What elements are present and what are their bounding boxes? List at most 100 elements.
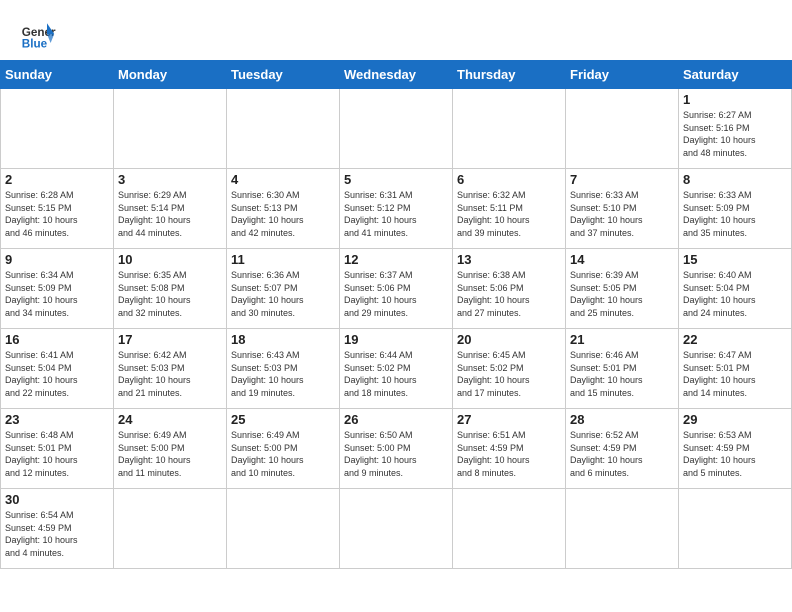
- calendar-cell: 21 Sunrise: 6:46 AM Sunset: 5:01 PM Dayli…: [566, 329, 679, 409]
- calendar-cell: 24Sunrise: 6:49 AM Sunset: 5:00 PM Dayli…: [114, 409, 227, 489]
- day-info: Sunrise: 6:46 AM Sunset: 5:01 PM Dayligh…: [570, 349, 674, 399]
- day-number: 18: [231, 332, 335, 347]
- day-info: Sunrise: 6:52 AM Sunset: 4:59 PM Dayligh…: [570, 429, 674, 479]
- day-number: 27: [457, 412, 561, 427]
- day-info: Sunrise: 6:50 AM Sunset: 5:00 PM Dayligh…: [344, 429, 448, 479]
- day-info: Sunrise: 6:33 AM Sunset: 5:10 PM Dayligh…: [570, 189, 674, 239]
- calendar-cell: 2 Sunrise: 6:28 AM Sunset: 5:15 PM Daylig…: [1, 169, 114, 249]
- day-info: Sunrise: 6:33 AM Sunset: 5:09 PM Dayligh…: [683, 189, 787, 239]
- calendar-cell: [340, 489, 453, 569]
- day-info: Sunrise: 6:36 AM Sunset: 5:07 PM Dayligh…: [231, 269, 335, 319]
- calendar-cell: 19 Sunrise: 6:44 AM Sunset: 5:02 PM Dayli…: [340, 329, 453, 409]
- calendar-cell: 7 Sunrise: 6:33 AM Sunset: 5:10 PM Daylig…: [566, 169, 679, 249]
- calendar-cell: 3 Sunrise: 6:29 AM Sunset: 5:14 PM Daylig…: [114, 169, 227, 249]
- calendar-cell: 13 Sunrise: 6:38 AM Sunset: 5:06 PM Dayli…: [453, 249, 566, 329]
- calendar-cell: [566, 489, 679, 569]
- day-info: Sunrise: 6:44 AM Sunset: 5:02 PM Dayligh…: [344, 349, 448, 399]
- logo: General Blue: [20, 16, 56, 52]
- calendar-cell: [566, 89, 679, 169]
- svg-text:Blue: Blue: [22, 38, 48, 51]
- day-number: 6: [457, 172, 561, 187]
- calendar-cell: 6Sunrise: 6:32 AM Sunset: 5:11 PM Daylig…: [453, 169, 566, 249]
- calendar-cell: 5Sunrise: 6:31 AM Sunset: 5:12 PM Daylig…: [340, 169, 453, 249]
- calendar-cell: 9 Sunrise: 6:34 AM Sunset: 5:09 PM Daylig…: [1, 249, 114, 329]
- day-number: 28: [570, 412, 674, 427]
- day-number: 22: [683, 332, 787, 347]
- calendar-cell: 23Sunrise: 6:48 AM Sunset: 5:01 PM Dayli…: [1, 409, 114, 489]
- calendar-table: SundayMondayTuesdayWednesdayThursdayFrid…: [0, 60, 792, 569]
- day-number: 9: [5, 252, 109, 267]
- calendar-cell: 11 Sunrise: 6:36 AM Sunset: 5:07 PM Dayli…: [227, 249, 340, 329]
- calendar-cell: 28 Sunrise: 6:52 AM Sunset: 4:59 PM Dayli…: [566, 409, 679, 489]
- day-number: 3: [118, 172, 222, 187]
- calendar-cell: 12 Sunrise: 6:37 AM Sunset: 5:06 PM Dayli…: [340, 249, 453, 329]
- calendar-cell: [227, 489, 340, 569]
- calendar-cell: 29 Sunrise: 6:53 AM Sunset: 4:59 PM Dayli…: [679, 409, 792, 489]
- day-of-week-tuesday: Tuesday: [227, 61, 340, 89]
- calendar-week-2: 2 Sunrise: 6:28 AM Sunset: 5:15 PM Daylig…: [1, 169, 792, 249]
- day-info: Sunrise: 6:38 AM Sunset: 5:06 PM Dayligh…: [457, 269, 561, 319]
- day-number: 16: [5, 332, 109, 347]
- calendar-cell: 14Sunrise: 6:39 AM Sunset: 5:05 PM Dayli…: [566, 249, 679, 329]
- calendar-cell: 4 Sunrise: 6:30 AM Sunset: 5:13 PM Daylig…: [227, 169, 340, 249]
- day-info: Sunrise: 6:30 AM Sunset: 5:13 PM Dayligh…: [231, 189, 335, 239]
- day-number: 29: [683, 412, 787, 427]
- day-info: Sunrise: 6:29 AM Sunset: 5:14 PM Dayligh…: [118, 189, 222, 239]
- day-number: 10: [118, 252, 222, 267]
- day-number: 13: [457, 252, 561, 267]
- day-info: Sunrise: 6:48 AM Sunset: 5:01 PM Dayligh…: [5, 429, 109, 479]
- day-number: 12: [344, 252, 448, 267]
- day-number: 11: [231, 252, 335, 267]
- day-of-week-monday: Monday: [114, 61, 227, 89]
- logo-icon: General Blue: [20, 16, 56, 52]
- calendar-week-1: 1Sunrise: 6:27 AM Sunset: 5:16 PM Daylig…: [1, 89, 792, 169]
- day-info: Sunrise: 6:41 AM Sunset: 5:04 PM Dayligh…: [5, 349, 109, 399]
- day-number: 25: [231, 412, 335, 427]
- day-number: 26: [344, 412, 448, 427]
- day-info: Sunrise: 6:40 AM Sunset: 5:04 PM Dayligh…: [683, 269, 787, 319]
- day-info: Sunrise: 6:47 AM Sunset: 5:01 PM Dayligh…: [683, 349, 787, 399]
- day-number: 17: [118, 332, 222, 347]
- day-info: Sunrise: 6:49 AM Sunset: 5:00 PM Dayligh…: [231, 429, 335, 479]
- calendar-cell: 15 Sunrise: 6:40 AM Sunset: 5:04 PM Dayli…: [679, 249, 792, 329]
- day-number: 24: [118, 412, 222, 427]
- day-of-week-sunday: Sunday: [1, 61, 114, 89]
- calendar-cell: [114, 489, 227, 569]
- calendar-cell: [114, 89, 227, 169]
- day-info: Sunrise: 6:35 AM Sunset: 5:08 PM Dayligh…: [118, 269, 222, 319]
- day-number: 20: [457, 332, 561, 347]
- day-number: 19: [344, 332, 448, 347]
- day-info: Sunrise: 6:37 AM Sunset: 5:06 PM Dayligh…: [344, 269, 448, 319]
- day-number: 4: [231, 172, 335, 187]
- day-number: 2: [5, 172, 109, 187]
- calendar-week-4: 16 Sunrise: 6:41 AM Sunset: 5:04 PM Dayli…: [1, 329, 792, 409]
- day-info: Sunrise: 6:43 AM Sunset: 5:03 PM Dayligh…: [231, 349, 335, 399]
- calendar-cell: 18 Sunrise: 6:43 AM Sunset: 5:03 PM Dayli…: [227, 329, 340, 409]
- day-info: Sunrise: 6:54 AM Sunset: 4:59 PM Dayligh…: [5, 509, 109, 559]
- day-number: 8: [683, 172, 787, 187]
- day-info: Sunrise: 6:53 AM Sunset: 4:59 PM Dayligh…: [683, 429, 787, 479]
- day-info: Sunrise: 6:34 AM Sunset: 5:09 PM Dayligh…: [5, 269, 109, 319]
- day-number: 7: [570, 172, 674, 187]
- calendar-cell: 30 Sunrise: 6:54 AM Sunset: 4:59 PM Dayli…: [1, 489, 114, 569]
- day-of-week-thursday: Thursday: [453, 61, 566, 89]
- day-info: Sunrise: 6:39 AM Sunset: 5:05 PM Dayligh…: [570, 269, 674, 319]
- calendar-cell: 26 Sunrise: 6:50 AM Sunset: 5:00 PM Dayli…: [340, 409, 453, 489]
- day-number: 30: [5, 492, 109, 507]
- day-info: Sunrise: 6:31 AM Sunset: 5:12 PM Dayligh…: [344, 189, 448, 239]
- day-info: Sunrise: 6:27 AM Sunset: 5:16 PM Dayligh…: [683, 109, 787, 159]
- calendar-cell: [679, 489, 792, 569]
- calendar-cell: 10 Sunrise: 6:35 AM Sunset: 5:08 PM Dayli…: [114, 249, 227, 329]
- calendar-cell: [453, 89, 566, 169]
- calendar-week-3: 9 Sunrise: 6:34 AM Sunset: 5:09 PM Daylig…: [1, 249, 792, 329]
- day-of-week-wednesday: Wednesday: [340, 61, 453, 89]
- day-info: Sunrise: 6:51 AM Sunset: 4:59 PM Dayligh…: [457, 429, 561, 479]
- day-info: Sunrise: 6:28 AM Sunset: 5:15 PM Dayligh…: [5, 189, 109, 239]
- calendar-header: SundayMondayTuesdayWednesdayThursdayFrid…: [1, 61, 792, 89]
- calendar-cell: 27 Sunrise: 6:51 AM Sunset: 4:59 PM Dayli…: [453, 409, 566, 489]
- day-number: 15: [683, 252, 787, 267]
- calendar-cell: 22 Sunrise: 6:47 AM Sunset: 5:01 PM Dayli…: [679, 329, 792, 409]
- day-number: 21: [570, 332, 674, 347]
- calendar-cell: [453, 489, 566, 569]
- day-of-week-saturday: Saturday: [679, 61, 792, 89]
